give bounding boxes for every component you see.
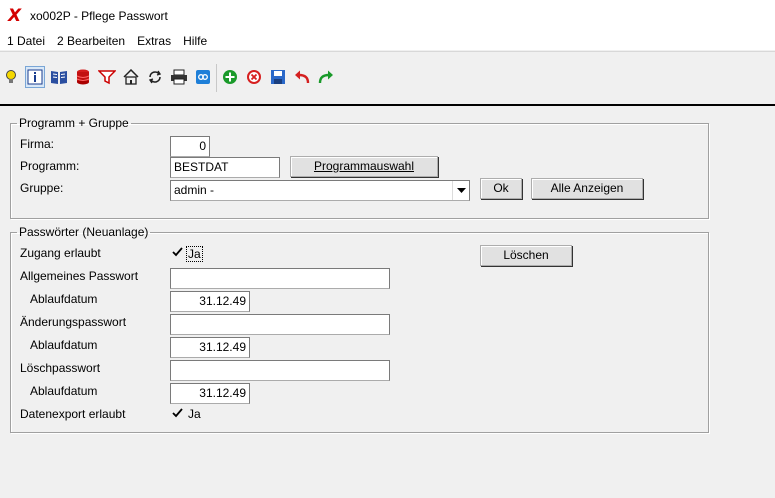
firma-field[interactable]: 0 — [170, 136, 210, 157]
group-legend: Programm + Gruppe — [19, 116, 129, 130]
menu-hilfe[interactable]: Hilfe — [176, 34, 212, 48]
datenexport-label: Datenexport erlaubt — [20, 407, 126, 421]
toolbar — [0, 51, 775, 103]
gruppe-select-value: admin - — [174, 183, 215, 197]
ablaufdatum-field-3[interactable]: 31.12.49 — [170, 383, 250, 404]
lightbulb-icon[interactable] — [1, 66, 21, 88]
aenderungspasswort-field[interactable] — [170, 314, 390, 335]
group-legend: Passwörter (Neuanlage) — [19, 225, 149, 239]
datenexport-check-label: Ja — [188, 407, 201, 421]
firma-label: Firma: — [20, 137, 54, 151]
delete-icon[interactable] — [244, 66, 264, 88]
menu-extras[interactable]: Extras — [130, 34, 176, 48]
add-icon[interactable] — [220, 66, 240, 88]
gruppe-select[interactable]: admin - — [170, 180, 470, 201]
gruppe-label: Gruppe: — [20, 181, 64, 195]
book-icon[interactable] — [49, 66, 69, 88]
zugang-label: Zugang erlaubt — [20, 246, 101, 260]
allgemeines-passwort-field[interactable] — [170, 268, 390, 289]
programmauswahl-button[interactable]: Programmauswahl — [290, 156, 438, 177]
ablaufdatum-label: Ablaufdatum — [30, 292, 98, 306]
toolbar-divider — [0, 104, 775, 106]
menu-bearbeiten[interactable]: 2 Bearbeiten — [50, 34, 130, 48]
zugang-checkbox[interactable] — [171, 247, 184, 260]
ablaufdatum-field-1[interactable]: 31.12.49 — [170, 291, 250, 312]
allgemeines-passwort-label: Allgemeines Passwort — [20, 269, 139, 283]
menu-datei[interactable]: 1 Datei — [0, 34, 50, 48]
database-icon[interactable] — [73, 66, 93, 88]
toolbar-separator — [216, 64, 217, 92]
redo-icon[interactable] — [316, 66, 336, 88]
info-icon[interactable] — [25, 66, 45, 88]
ok-button[interactable]: Ok — [480, 178, 522, 199]
filter-icon[interactable] — [97, 66, 117, 88]
undo-icon[interactable] — [292, 66, 312, 88]
chevron-down-icon[interactable] — [452, 181, 469, 200]
programmauswahl-label: Programmauswahl — [313, 159, 415, 173]
window-title: xo002P - Pflege Passwort — [30, 9, 168, 23]
ablaufdatum-field-2[interactable]: 31.12.49 — [170, 337, 250, 358]
home-icon[interactable] — [121, 66, 141, 88]
zugang-check-label: Ja — [186, 246, 203, 262]
save-icon[interactable] — [268, 66, 288, 88]
loeschpasswort-label: Löschpasswort — [20, 361, 101, 375]
programm-label: Programm: — [20, 159, 80, 173]
menu-bar: 1 Datei 2 Bearbeiten Extras Hilfe — [0, 32, 775, 50]
ablaufdatum-label: Ablaufdatum — [30, 338, 98, 352]
aenderungspasswort-label: Änderungspasswort — [20, 315, 127, 329]
title-bar: X xo002P - Pflege Passwort — [0, 0, 775, 32]
ablaufdatum-label: Ablaufdatum — [30, 384, 98, 398]
loeschpasswort-field[interactable] — [170, 360, 390, 381]
print-icon[interactable] — [169, 66, 189, 88]
datenexport-checkbox[interactable] — [171, 408, 184, 421]
alle-anzeigen-button[interactable]: Alle Anzeigen — [531, 178, 643, 199]
link-icon[interactable] — [193, 66, 213, 88]
app-logo-icon: X — [8, 6, 22, 26]
refresh-icon[interactable] — [145, 66, 165, 88]
loeschen-button[interactable]: Löschen — [480, 245, 572, 266]
programm-field[interactable]: BESTDAT — [170, 157, 280, 178]
